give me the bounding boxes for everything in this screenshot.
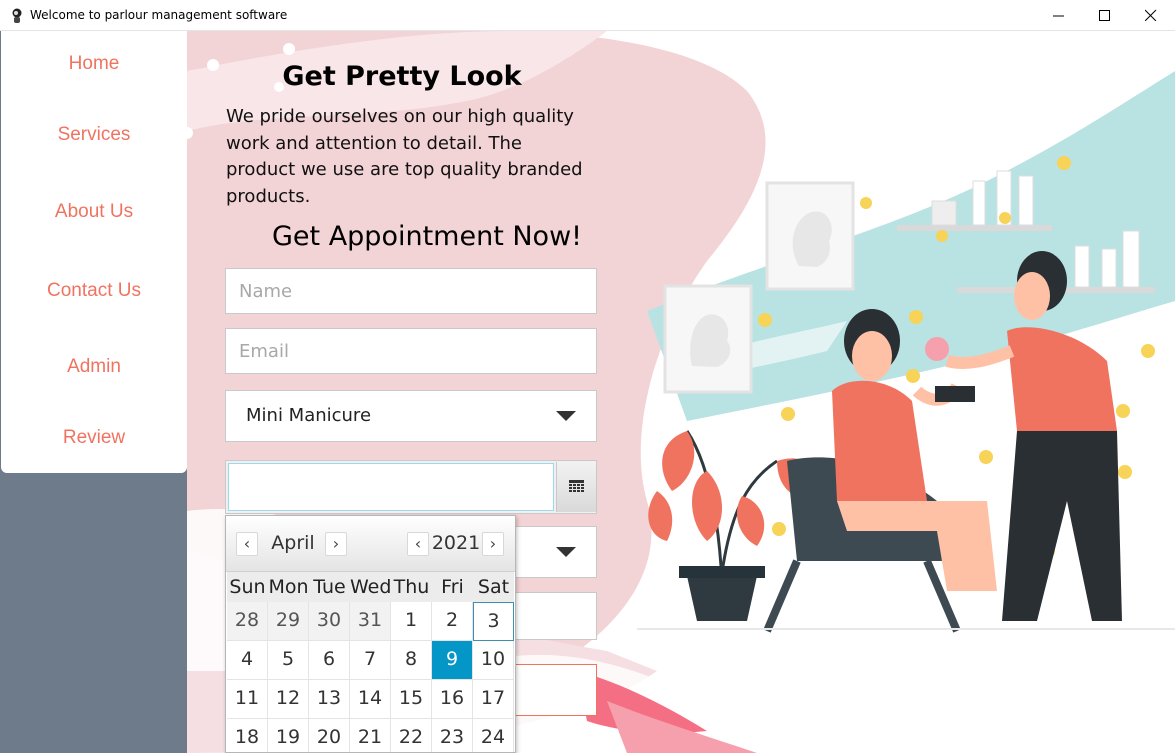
weekday-label: Thu [391,572,432,602]
title-bar: Welcome to parlour management software [0,0,1175,31]
prev-year-button[interactable]: ‹ [407,532,429,556]
calendar-year: 2021 [431,532,481,554]
calendar-day[interactable]: 28 [227,602,268,641]
calendar-day[interactable]: 9 [432,641,473,680]
calendar-day[interactable]: 23 [432,719,473,752]
calendar-day[interactable]: 14 [350,680,391,719]
weekday-label: Wed [350,572,391,602]
email-input[interactable] [226,329,596,373]
calendar-day[interactable]: 19 [268,719,309,752]
calendar-day[interactable]: 21 [350,719,391,752]
calendar-button[interactable] [556,462,596,512]
calendar-day[interactable]: 2 [432,602,473,641]
main-content: Get Pretty Look We pride ourselves on ou… [187,31,1175,753]
maximize-button[interactable] [1082,0,1128,31]
calendar-day[interactable]: 7 [350,641,391,680]
date-picker [225,460,597,514]
calendar-day[interactable]: 18 [227,719,268,752]
calendar-day[interactable]: 31 [350,602,391,641]
weekday-label: Tue [309,572,350,602]
app-icon [12,8,22,23]
calendar-day[interactable]: 16 [432,680,473,719]
calendar-day[interactable]: 6 [309,641,350,680]
next-year-button[interactable]: › [482,532,504,556]
calendar-day[interactable]: 15 [391,680,432,719]
chevron-left-icon: ‹ [414,534,422,553]
calendar-day[interactable]: 10 [473,641,514,680]
nav-item-review[interactable]: Review [1,427,187,449]
calendar-popup: ‹ April › ‹ 2021 › Sun Mon Tue Wed Thu Fri Sat… [225,515,516,753]
calendar-day[interactable]: 20 [309,719,350,752]
name-input[interactable] [226,269,596,313]
chevron-down-icon [556,547,576,557]
calendar-day[interactable]: 30 [309,602,350,641]
prev-month-button[interactable]: ‹ [236,532,258,556]
name-field-wrapper [225,268,597,314]
calendar-day[interactable]: 17 [473,680,514,719]
date-input[interactable] [228,463,554,511]
calendar-day[interactable]: 12 [268,680,309,719]
weekday-label: Mon [268,572,309,602]
calendar-day[interactable]: 4 [227,641,268,680]
close-icon [1145,9,1157,21]
calendar-day[interactable]: 24 [473,719,514,752]
chevron-left-icon: ‹ [243,534,251,553]
calendar-day[interactable]: 3 [473,602,514,641]
calendar-day[interactable]: 8 [391,641,432,680]
nav-item-admin[interactable]: Admin [1,356,187,378]
minimize-icon [1053,15,1064,17]
calendar-month: April [271,532,315,554]
close-button[interactable] [1128,0,1174,31]
nav-item-home[interactable]: Home [1,53,187,75]
weekday-label: Sat [473,572,514,602]
service-select[interactable]: Mini Manicure [225,390,597,442]
nav-menu: Home Services About Us Contact Us Admin … [1,31,187,473]
calendar-day[interactable]: 29 [268,602,309,641]
calendar-day[interactable]: 22 [391,719,432,752]
chevron-down-icon [556,411,576,421]
calendar-header: ‹ April › ‹ 2021 › [226,516,515,572]
chevron-right-icon: › [332,534,340,553]
sidebar: Home Services About Us Contact Us Admin … [0,31,187,753]
maximize-icon [1099,10,1110,21]
minimize-button[interactable] [1036,0,1082,31]
hero-description: We pride ourselves on our high quality w… [226,106,583,207]
service-select-value: Mini Manicure [246,405,372,426]
nav-item-contact-us[interactable]: Contact Us [1,280,187,302]
weekday-label: Sun [227,572,268,602]
email-field-wrapper [225,328,597,374]
window-title: Welcome to parlour management software [30,8,288,22]
calendar-day[interactable]: 13 [309,680,350,719]
nav-item-services[interactable]: Services [1,124,187,146]
calendar-day[interactable]: 5 [268,641,309,680]
calendar-day[interactable]: 11 [227,680,268,719]
weekday-label: Fri [432,572,473,602]
hero-title: Get Pretty Look [282,61,522,92]
calendar-day[interactable]: 1 [391,602,432,641]
calendar-icon [569,480,584,492]
chevron-right-icon: › [489,534,497,553]
next-month-button[interactable]: › [325,532,347,556]
nav-item-about-us[interactable]: About Us [1,201,187,223]
appointment-heading: Get Appointment Now! [272,221,582,252]
